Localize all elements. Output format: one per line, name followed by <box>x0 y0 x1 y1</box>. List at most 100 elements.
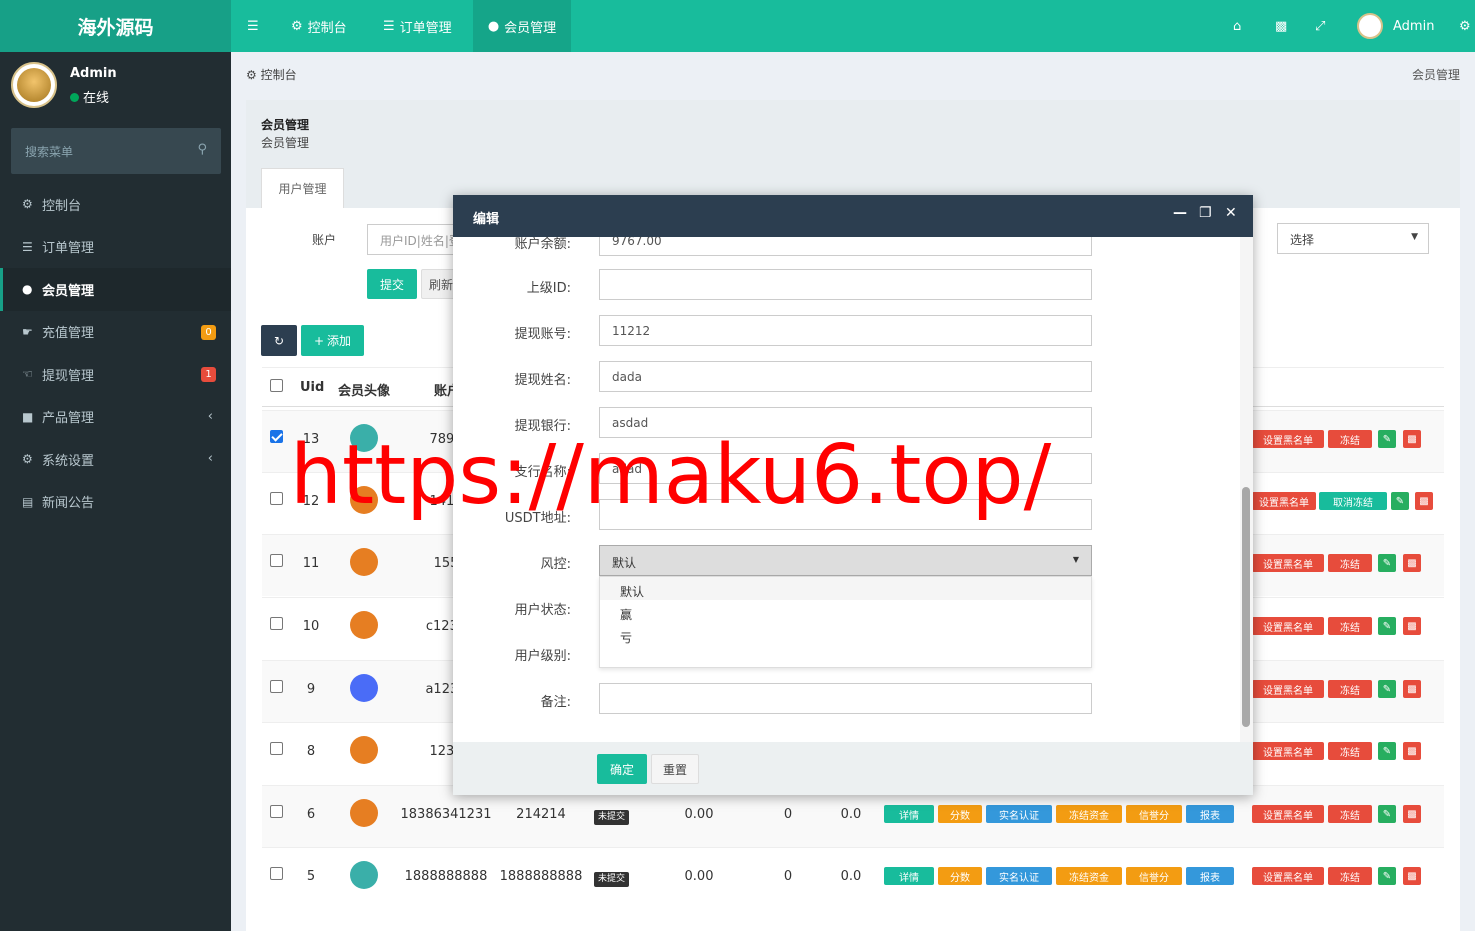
score-button[interactable]: 分数 <box>938 867 982 885</box>
dropdown-option[interactable]: 亏 <box>600 623 1091 646</box>
row-checkbox[interactable] <box>270 805 283 818</box>
row-checkbox[interactable] <box>270 867 283 880</box>
gears-icon[interactable]: ⚙ <box>1459 0 1471 52</box>
search-input[interactable]: 搜索菜单 ⚲ <box>11 128 221 174</box>
edit-icon[interactable]: ✎ <box>1391 492 1409 510</box>
row-checkbox[interactable] <box>270 430 283 443</box>
top-user-menu[interactable]: Admin <box>1357 0 1434 52</box>
row-checkbox[interactable] <box>270 680 283 693</box>
row-checkbox[interactable] <box>270 492 283 505</box>
form-input[interactable]: dada <box>599 361 1092 392</box>
delete-icon[interactable]: ▩ <box>1403 742 1421 760</box>
sidebar-item-members[interactable]: ● 会员管理 <box>0 268 231 311</box>
submit-button[interactable]: 提交 <box>367 269 417 299</box>
sidebar-item-orders[interactable]: ☰ 订单管理 <box>0 226 231 269</box>
modal-scrollbar[interactable] <box>1240 237 1253 742</box>
unfreeze-button[interactable]: 取消冻结 <box>1319 492 1387 510</box>
blacklist-button[interactable]: 设置黑名单 <box>1252 554 1324 572</box>
freeze-button[interactable]: 冻结 <box>1328 430 1372 448</box>
blacklist-button[interactable]: 设置黑名单 <box>1252 680 1324 698</box>
sidebar-item-dashboard[interactable]: ⚙ 控制台 <box>0 183 231 226</box>
column-header-uid[interactable]: Uid <box>300 380 324 395</box>
edit-icon[interactable]: ✎ <box>1378 742 1396 760</box>
sidebar-item-settings[interactable]: ⚙ 系统设置 ‹ <box>0 438 231 481</box>
status-select[interactable]: 选择 ▼ <box>1277 223 1429 254</box>
trash-icon[interactable]: ▩ <box>1275 0 1287 52</box>
sidebar-item-recharge[interactable]: ☛ 充值管理 0 <box>0 311 231 354</box>
tab-members[interactable]: ● 会员管理 <box>473 0 571 52</box>
form-input[interactable] <box>599 269 1092 300</box>
freeze-button[interactable]: 冻结 <box>1328 742 1372 760</box>
form-input[interactable] <box>599 683 1092 714</box>
edit-icon[interactable]: ✎ <box>1378 680 1396 698</box>
freeze-button[interactable]: 冻结 <box>1328 867 1372 885</box>
minimize-icon[interactable]: — <box>1173 205 1187 221</box>
blacklist-button[interactable]: 设置黑名单 <box>1252 617 1324 635</box>
freeze-button[interactable]: 冻结 <box>1328 805 1372 823</box>
scrollbar-thumb[interactable] <box>1242 487 1250 727</box>
delete-icon[interactable]: ▩ <box>1403 867 1421 885</box>
menu-toggle-icon[interactable]: ☰ <box>247 0 259 52</box>
blacklist-button[interactable]: 设置黑名单 <box>1252 430 1324 448</box>
tab-user-management[interactable]: 用户管理 <box>261 168 344 208</box>
delete-icon[interactable]: ▩ <box>1415 492 1433 510</box>
score-button[interactable]: 分数 <box>938 805 982 823</box>
tab-dashboard[interactable]: ⚙ 控制台 <box>291 0 347 52</box>
breadcrumb-home[interactable]: 控制台 <box>261 68 297 82</box>
close-icon[interactable]: ✕ <box>1225 205 1237 221</box>
credit-button[interactable]: 信誉分 <box>1126 805 1182 823</box>
delete-icon[interactable]: ▩ <box>1403 617 1421 635</box>
report-button[interactable]: 报表 <box>1186 805 1234 823</box>
detail-button[interactable]: 详情 <box>884 805 934 823</box>
dashboard-icon: ⚙ <box>246 68 257 82</box>
row-checkbox[interactable] <box>270 742 283 755</box>
report-button[interactable]: 报表 <box>1186 867 1234 885</box>
home-icon[interactable]: ⌂ <box>1233 0 1241 52</box>
freeze-button[interactable]: 冻结 <box>1328 554 1372 572</box>
blacklist-button[interactable]: 设置黑名单 <box>1252 492 1316 510</box>
sidebar-item-news[interactable]: ▤ 新闻公告 <box>0 481 231 524</box>
row-checkbox[interactable] <box>270 617 283 630</box>
blacklist-button[interactable]: 设置黑名单 <box>1252 867 1324 885</box>
brand-logo[interactable]: 海外源码 <box>0 0 231 52</box>
sidebar-item-products[interactable]: ■ 产品管理 ‹ <box>0 396 231 439</box>
cell-username: 1888888888 <box>499 869 583 884</box>
edit-icon[interactable]: ✎ <box>1378 867 1396 885</box>
edit-icon[interactable]: ✎ <box>1378 554 1396 572</box>
delete-icon[interactable]: ▩ <box>1403 680 1421 698</box>
risk-control-select[interactable]: 默认 ▼ <box>599 545 1092 576</box>
verify-button[interactable]: 实名认证 <box>986 805 1052 823</box>
reset-button[interactable]: 重置 <box>651 754 699 784</box>
delete-icon[interactable]: ▩ <box>1403 805 1421 823</box>
dropdown-option[interactable]: 赢 <box>600 600 1091 623</box>
edit-icon[interactable]: ✎ <box>1378 617 1396 635</box>
credit-button[interactable]: 信誉分 <box>1126 867 1182 885</box>
freeze-button[interactable]: 冻结 <box>1328 680 1372 698</box>
blacklist-button[interactable]: 设置黑名单 <box>1252 742 1324 760</box>
refresh-icon[interactable]: ↻ <box>261 325 297 356</box>
form-input[interactable]: 9767.00 <box>599 237 1092 256</box>
verify-button[interactable]: 实名认证 <box>986 867 1052 885</box>
search-icon[interactable]: ⚲ <box>197 142 207 157</box>
freeze-funds-button[interactable]: 冻结资金 <box>1056 867 1122 885</box>
sidebar-item-withdraw[interactable]: ☜ 提现管理 1 <box>0 353 231 396</box>
detail-button[interactable]: 详情 <box>884 867 934 885</box>
add-button[interactable]: + 添加 <box>301 325 364 356</box>
delete-icon[interactable]: ▩ <box>1403 430 1421 448</box>
delete-icon[interactable]: ▩ <box>1403 554 1421 572</box>
edit-icon[interactable]: ✎ <box>1378 805 1396 823</box>
cell-amount: 0.0 <box>840 869 862 884</box>
blacklist-button[interactable]: 设置黑名单 <box>1252 805 1324 823</box>
edit-icon[interactable]: ✎ <box>1378 430 1396 448</box>
tab-orders[interactable]: ☰ 订单管理 <box>383 0 452 52</box>
form-input[interactable]: 11212 <box>599 315 1092 346</box>
select-all-checkbox[interactable] <box>270 379 283 392</box>
row-checkbox[interactable] <box>270 554 283 567</box>
fullscreen-icon[interactable]: ⤢ <box>1315 0 1325 52</box>
cell-uid: 9 <box>306 682 316 697</box>
dropdown-option[interactable]: 默认 <box>600 577 1091 600</box>
freeze-button[interactable]: 冻结 <box>1328 617 1372 635</box>
confirm-button[interactable]: 确定 <box>597 754 647 784</box>
freeze-funds-button[interactable]: 冻结资金 <box>1056 805 1122 823</box>
maximize-icon[interactable]: ❐ <box>1199 205 1212 221</box>
